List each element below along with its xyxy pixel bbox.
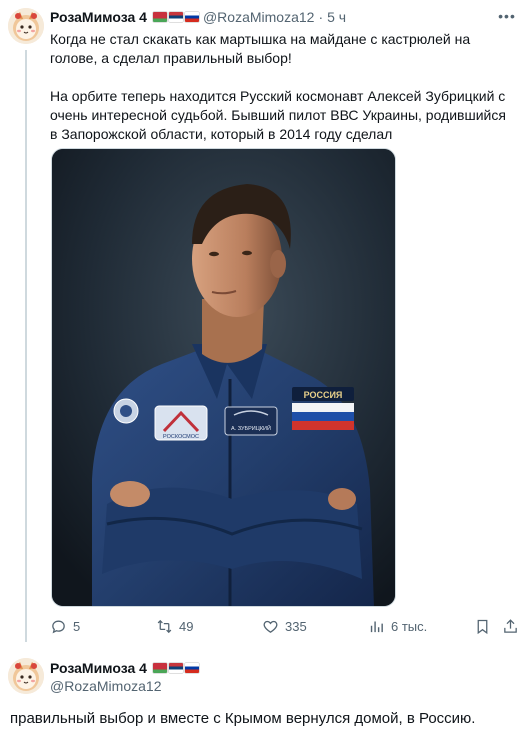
tweet-header: РозаМимоза 4 @RozaMimoza12 · 5 ч	[50, 9, 346, 25]
russia-flag-icon	[184, 663, 199, 673]
serbia-flag-icon	[168, 12, 183, 22]
views-count: 6 тыс.	[391, 619, 428, 634]
tweet-photo[interactable]: РОСКОСМОС А. ЗУБРИЦКИЙ РОССИЯ	[51, 148, 396, 607]
astronaut-portrait-image: РОСКОСМОС А. ЗУБРИЦКИЙ РОССИЯ	[52, 149, 395, 606]
share-icon	[504, 619, 517, 633]
bookmark-button[interactable]	[474, 618, 491, 635]
reply-header: РозаМимоза 4	[50, 660, 199, 676]
views-chart-icon	[370, 621, 383, 633]
belarus-flag-icon	[152, 663, 167, 673]
cat-avatar-icon	[8, 658, 44, 694]
flags	[152, 663, 199, 673]
repost-icon	[157, 619, 172, 634]
serbia-flag-icon	[168, 663, 183, 673]
avatar[interactable]	[8, 658, 44, 694]
tweet-paragraph: Когда не стал скакать как мартышка на ма…	[50, 31, 471, 66]
flags	[152, 12, 199, 22]
timestamp[interactable]: 5 ч	[327, 9, 346, 25]
heart-icon	[263, 620, 278, 633]
handle[interactable]: @RozaMimoza12	[203, 9, 314, 25]
reply-count: 5	[73, 619, 81, 634]
display-name[interactable]: РозаМимоза 4	[50, 9, 147, 25]
thread-line	[25, 50, 27, 642]
reply-icon	[52, 620, 65, 634]
repost-button[interactable]: 49	[156, 618, 193, 635]
cat-avatar-icon	[8, 8, 44, 44]
tweet-paragraph: На орбите теперь находится Русский космо…	[50, 88, 506, 142]
share-button[interactable]	[502, 618, 519, 635]
like-count: 335	[285, 619, 307, 634]
patch-right-text: РОССИЯ	[304, 390, 343, 400]
like-button[interactable]: 335	[262, 618, 307, 635]
tweet-actions: 5 49 335 6 тыс.	[50, 618, 520, 640]
belarus-flag-icon	[152, 12, 167, 22]
avatar[interactable]	[8, 8, 44, 44]
patch-center-text: А. ЗУБРИЦКИЙ	[231, 424, 271, 432]
reply-text: правильный выбор и вместе с Крымом верну…	[10, 710, 476, 727]
russia-flag-icon	[184, 12, 199, 22]
separator: ·	[318, 9, 324, 25]
views-button[interactable]: 6 тыс.	[368, 618, 427, 635]
bookmark-icon	[477, 619, 488, 635]
patch-left-text: РОСКОСМОС	[163, 434, 199, 440]
display-name[interactable]: РозаМимоза 4	[50, 660, 147, 676]
tweet-text: Когда не стал скакать как мартышка на ма…	[50, 30, 510, 144]
more-options-button[interactable]: •••	[497, 6, 517, 26]
reply-button[interactable]: 5	[50, 618, 80, 635]
more-icon: •••	[498, 8, 516, 24]
handle[interactable]: @RozaMimoza12	[50, 678, 161, 694]
repost-count: 49	[179, 619, 194, 634]
